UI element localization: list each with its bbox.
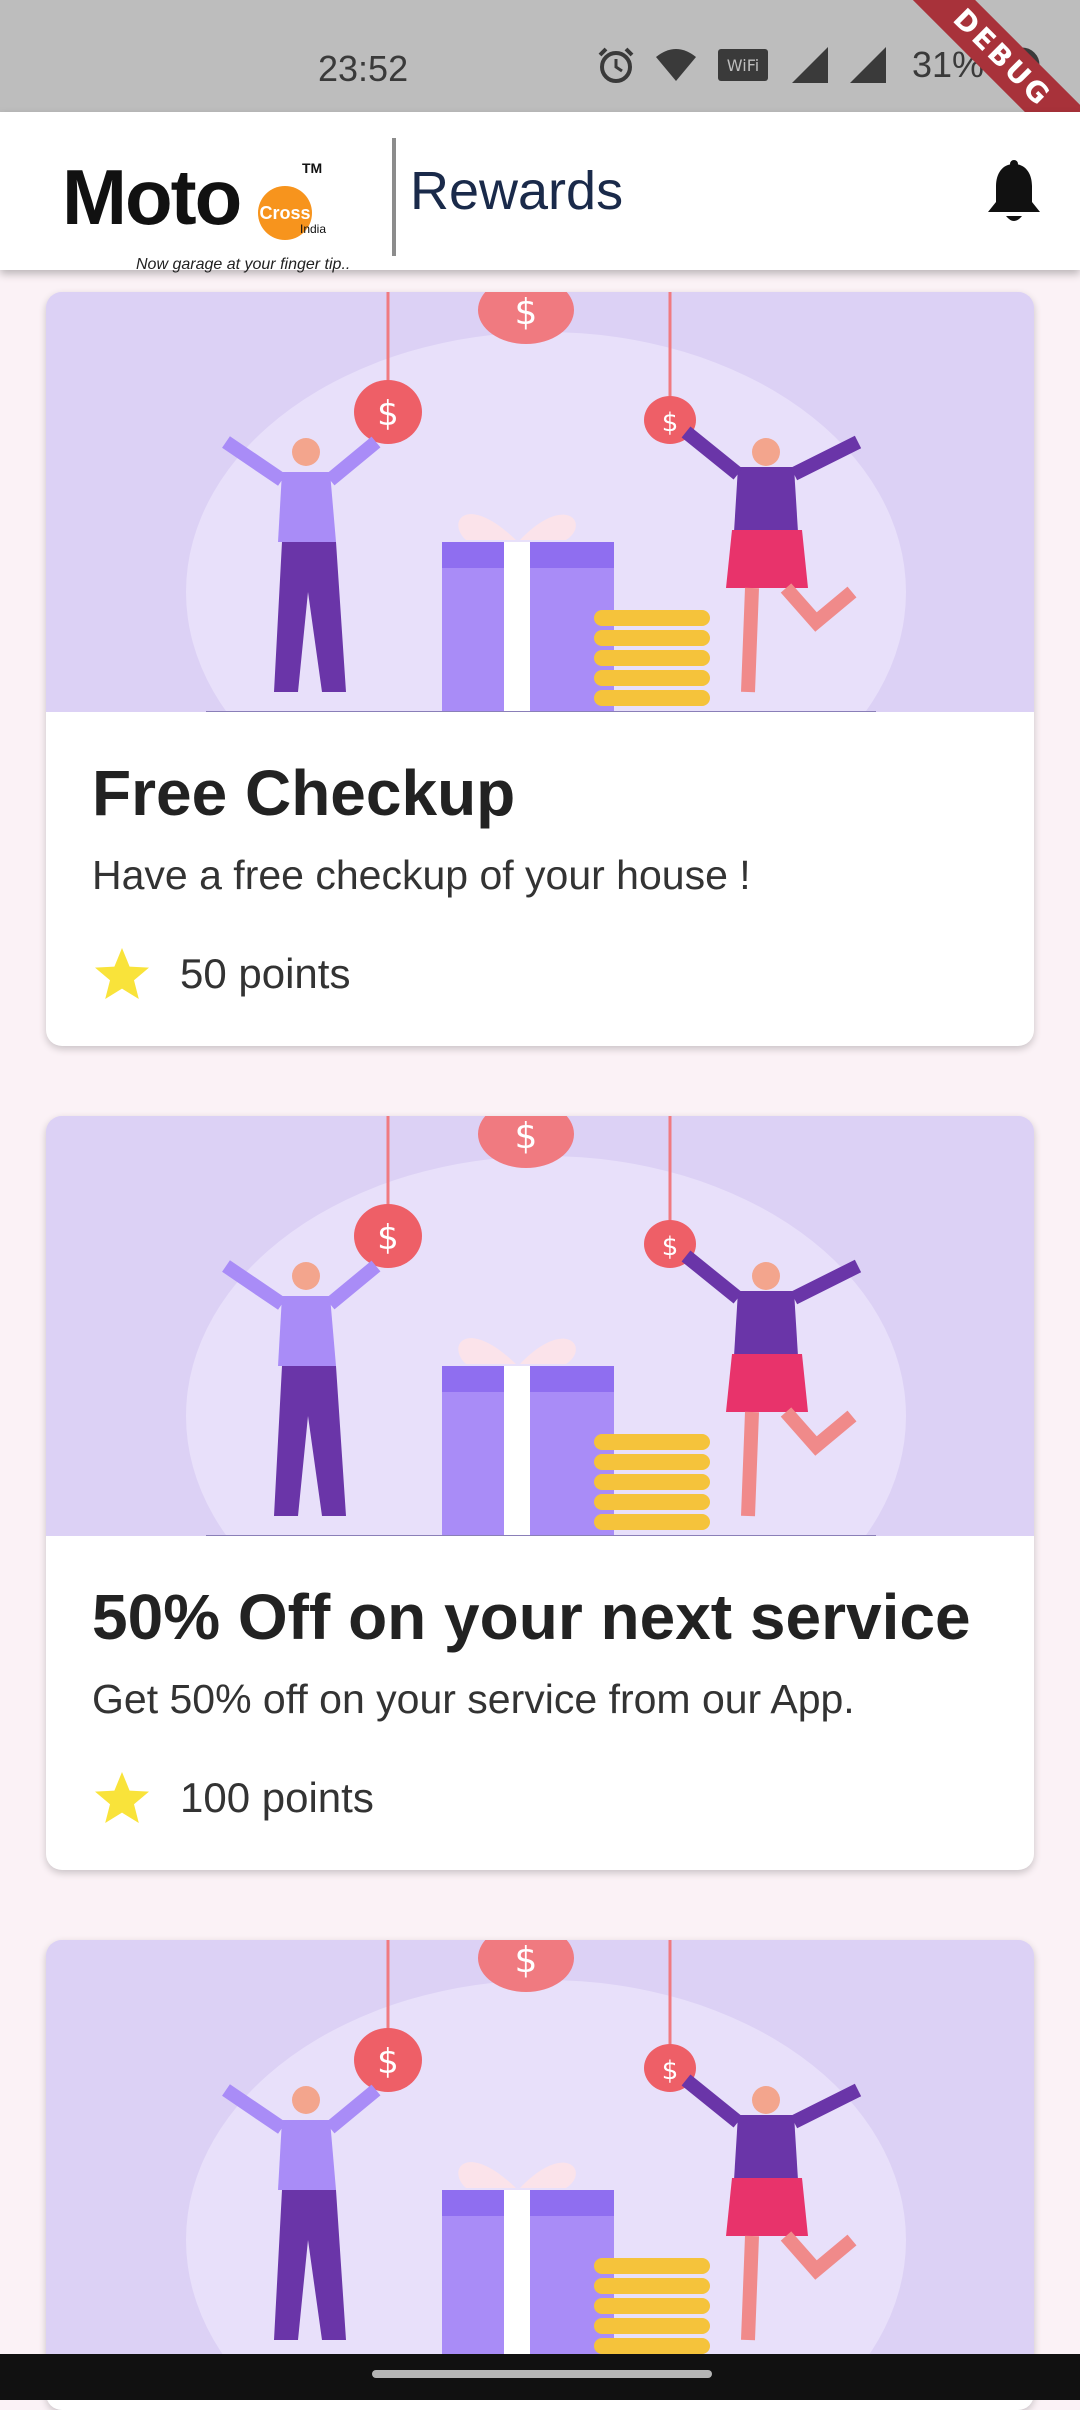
alarm-icon <box>598 47 634 83</box>
reward-card-body: 50% Off on your next service Get 50% off… <box>46 1536 1034 1828</box>
reward-points: 100 points <box>92 1768 988 1828</box>
points-label: 50 points <box>180 950 351 997</box>
svg-text:$: $ <box>515 1116 538 1157</box>
svg-text:$: $ <box>662 408 679 438</box>
svg-text:WiFi: WiFi <box>727 56 759 75</box>
reward-title: Free Checkup <box>92 757 516 829</box>
page-title: Rewards <box>410 161 624 221</box>
reward-card-body: Free Checkup Have a free checkup of your… <box>46 712 1034 1004</box>
system-nav-bar <box>0 2354 1080 2400</box>
svg-text:$: $ <box>662 1232 679 1262</box>
app-bar-divider <box>392 138 396 256</box>
logo-tm: TM <box>302 160 323 176</box>
svg-text:$: $ <box>515 292 538 333</box>
status-time: 23:52 <box>318 48 409 89</box>
status-bar: 23:52 WiFi 31% DEBUG <box>0 0 1080 180</box>
reward-description: Get 50% off on your service from our App… <box>92 1676 855 1722</box>
reward-illustration: $ $ $ <box>46 1116 1034 1536</box>
points-label: 100 points <box>180 1774 374 1821</box>
logo-text: Moto <box>62 153 242 241</box>
notifications-button[interactable] <box>984 158 1044 228</box>
svg-text:$: $ <box>377 394 399 434</box>
signal-icon <box>850 47 886 83</box>
bell-icon <box>988 160 1040 221</box>
reward-description: Have a free checkup of your house ! <box>92 852 751 898</box>
star-icon <box>95 948 149 999</box>
reward-title: 50% Off on your next service <box>92 1581 971 1653</box>
svg-text:$: $ <box>377 1218 399 1258</box>
vowifi-icon: WiFi <box>718 49 768 81</box>
svg-text:$: $ <box>515 1940 538 1981</box>
svg-text:$: $ <box>662 2056 679 2086</box>
reward-points: 50 points <box>92 944 988 1004</box>
reward-illustration: $ $ $ <box>46 1940 1034 2360</box>
home-gesture-handle[interactable] <box>372 2370 712 2378</box>
reward-card[interactable]: $ $ $ 50% Off on your next service Get 5… <box>46 1116 1034 1870</box>
reward-illustration: $ $ $ <box>46 292 1034 712</box>
logo-tagline: Now garage at your finger tip.. <box>136 256 351 273</box>
signal-icon <box>792 47 828 83</box>
app-logo: Moto Cross TM India Now garage at your f… <box>62 152 382 273</box>
reward-card[interactable]: $ $ $ Free Checkup Have a free checkup o… <box>46 292 1034 1046</box>
svg-text:$: $ <box>377 2042 399 2082</box>
app-bar: Moto Cross TM India Now garage at your f… <box>0 112 1080 273</box>
reward-card[interactable]: $ $ $ <box>46 1940 1034 2410</box>
logo-india: India <box>300 222 327 236</box>
wifi-icon <box>656 49 696 81</box>
star-icon <box>95 1772 149 1823</box>
